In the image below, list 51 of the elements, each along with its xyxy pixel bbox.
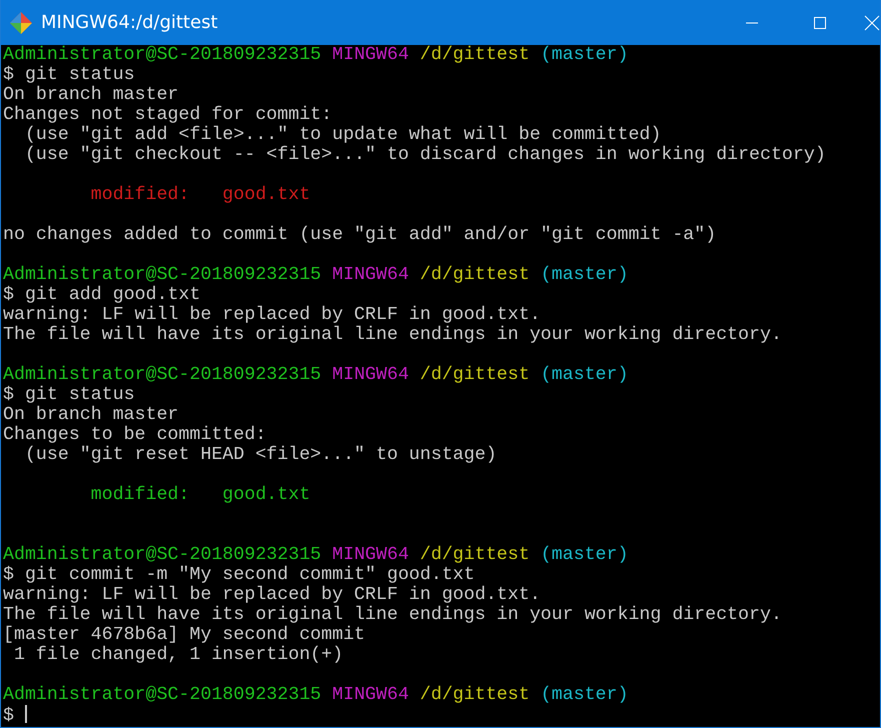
prompt-host: MINGW64 bbox=[332, 45, 409, 65]
output-line: (use "git reset HEAD <file>..." to unstage) bbox=[24, 445, 497, 465]
output-line: (use "git add <file>..." to update what will be committed) bbox=[24, 125, 662, 145]
prompt-branch: (master) bbox=[540, 545, 628, 565]
command-text: git status bbox=[24, 65, 135, 85]
window-title: MINGW64:/d/gittest bbox=[41, 11, 218, 35]
command-text: git add good.txt bbox=[24, 285, 200, 305]
output-line: Changes not staged for commit: bbox=[3, 105, 332, 125]
prompt-path: /d/gittest bbox=[420, 545, 530, 565]
prompt-symbol: $ bbox=[3, 285, 14, 305]
prompt-symbol: $ bbox=[3, 706, 14, 726]
prompt-branch: (master) bbox=[540, 685, 628, 705]
prompt-user: Administrator@SC-201809232315 bbox=[3, 265, 322, 285]
prompt-symbol: $ bbox=[3, 65, 14, 85]
output-line: (use "git checkout -- <file>..." to discard changes in working directory) bbox=[24, 145, 826, 165]
app-icon bbox=[9, 10, 33, 34]
output-line: On branch master bbox=[3, 85, 179, 105]
text-cursor bbox=[24, 705, 27, 723]
output-line: [master 4678b6a] My second commit bbox=[3, 625, 366, 645]
minimize-icon bbox=[746, 22, 758, 24]
modified-file-line: modified: good.txt bbox=[90, 185, 310, 205]
output-line: Changes to be committed: bbox=[3, 425, 266, 445]
prompt-host: MINGW64 bbox=[332, 545, 409, 565]
prompt-user: Administrator@SC-201809232315 bbox=[3, 365, 322, 385]
output-line: 1 file changed, 1 insertion(+) bbox=[12, 645, 344, 665]
prompt-symbol: $ bbox=[3, 565, 14, 585]
output-line: The file will have its original line endings in your working directory. bbox=[3, 605, 782, 625]
output-line: The file will have its original line endings in your working directory. bbox=[3, 325, 782, 345]
command-text: git commit -m "My second commit" good.txt bbox=[24, 565, 475, 585]
close-icon bbox=[864, 14, 880, 30]
output-line: On branch master bbox=[3, 405, 179, 425]
prompt-user: Administrator@SC-201809232315 bbox=[3, 685, 322, 705]
output-line: warning: LF will be replaced by CRLF in good.txt. bbox=[3, 585, 541, 605]
prompt-symbol: $ bbox=[3, 385, 14, 405]
prompt-path: /d/gittest bbox=[420, 365, 530, 385]
prompt-path: /d/gittest bbox=[420, 45, 530, 65]
prompt-branch: (master) bbox=[540, 265, 628, 285]
maximize-icon bbox=[813, 16, 827, 30]
prompt-host: MINGW64 bbox=[332, 265, 409, 285]
output-line: no changes added to commit (use "git add" and/or "git commit -a") bbox=[3, 225, 716, 245]
modified-file-line: modified: good.txt bbox=[90, 485, 310, 505]
prompt-host: MINGW64 bbox=[332, 685, 409, 705]
prompt-host: MINGW64 bbox=[332, 365, 409, 385]
output-line: warning: LF will be replaced by CRLF in good.txt. bbox=[3, 305, 541, 325]
prompt-user: Administrator@SC-201809232315 bbox=[3, 545, 322, 565]
prompt-branch: (master) bbox=[540, 365, 628, 385]
prompt-branch: (master) bbox=[540, 45, 628, 65]
command-text: git status bbox=[24, 385, 135, 405]
prompt-path: /d/gittest bbox=[420, 265, 530, 285]
prompt-user: Administrator@SC-201809232315 bbox=[3, 45, 322, 65]
prompt-path: /d/gittest bbox=[420, 685, 530, 705]
